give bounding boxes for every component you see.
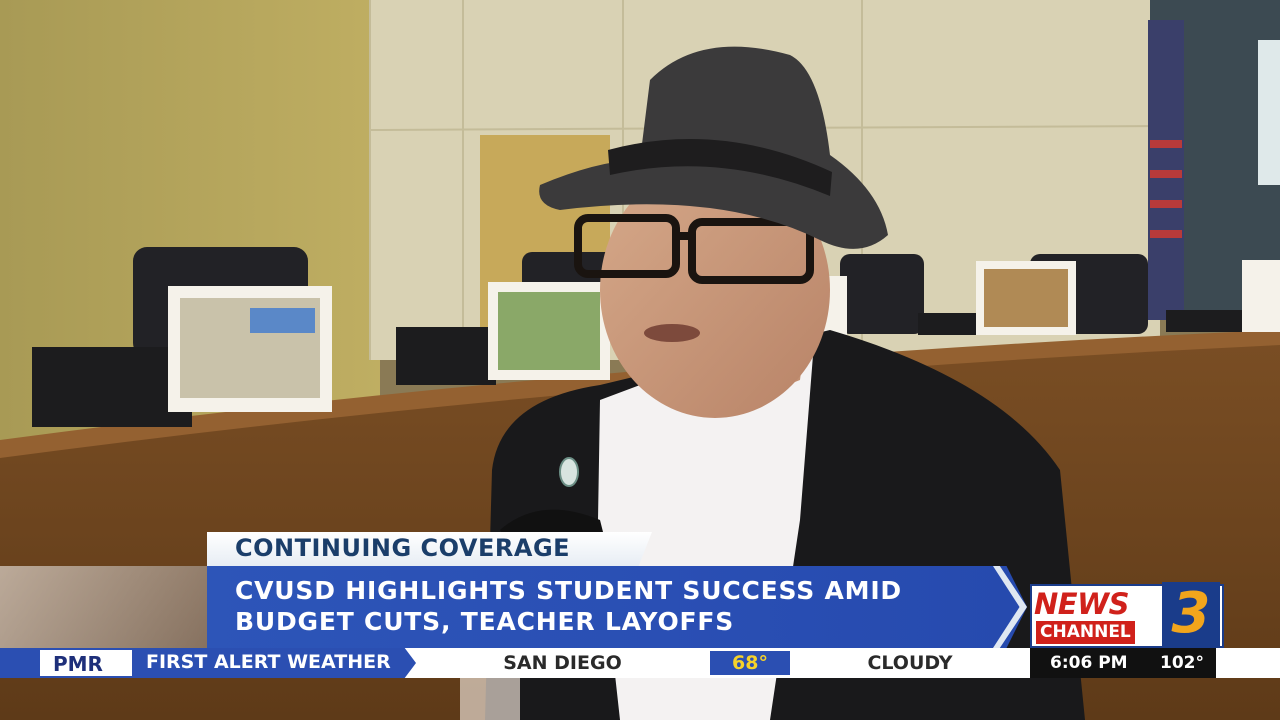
logo-channel-text: CHANNEL <box>1036 621 1135 644</box>
lower-third-glass-panel <box>0 566 207 648</box>
clock-time: 6:06 PM <box>1050 653 1128 673</box>
temperature-badge: 68° <box>710 651 790 675</box>
station-logo: NEWS CHANNEL 3 <box>1030 582 1224 648</box>
headline-line-1: CVUSD HIGHLIGHTS STUDENT SUCCESS AMID <box>235 576 902 605</box>
sponsor-label: PMR <box>53 652 103 676</box>
weather-city: SAN DIEGO <box>503 652 622 674</box>
segment-label: FIRST ALERT WEATHER <box>146 651 391 673</box>
headline-line-2: BUDGET CUTS, TEACHER LAYOFFS <box>235 607 735 636</box>
clock-panel: 6:06 PM 102° <box>1030 648 1216 678</box>
ticker-left-cap <box>0 648 38 678</box>
headline-banner: CVUSD HIGHLIGHTS STUDENT SUCCESS AMID BU… <box>207 566 1027 648</box>
kicker-banner: CONTINUING COVERAGE <box>207 532 652 566</box>
logo-number: 3 <box>1162 582 1220 646</box>
weather-condition: CLOUDY <box>867 652 953 674</box>
kicker-label: CONTINUING COVERAGE <box>235 534 571 562</box>
segment-banner: FIRST ALERT WEATHER <box>134 648 416 678</box>
screen <box>1258 40 1280 185</box>
logo-news-text: NEWS <box>1034 587 1129 621</box>
sponsor-badge: PMR <box>38 648 134 678</box>
ticker-right-cap <box>1216 648 1280 678</box>
weather-ticker: PMR FIRST ALERT WEATHER SAN DIEGO 68° CL… <box>0 648 1280 678</box>
clock-temperature: 102° <box>1160 653 1204 673</box>
temperature-value: 68° <box>732 652 768 674</box>
